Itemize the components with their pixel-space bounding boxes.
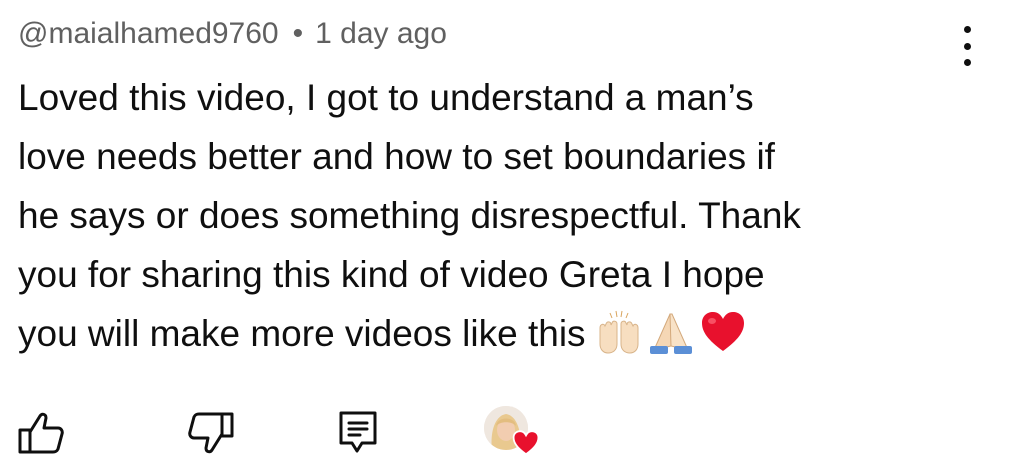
emoji-group	[596, 310, 746, 355]
comment-header: @maialhamed9760 • 1 day ago	[18, 14, 447, 54]
red-heart-emoji	[701, 312, 744, 352]
comment-timestamp: 1 day ago	[315, 17, 447, 50]
more-options-button[interactable]	[952, 26, 982, 66]
comment-body: Loved this video, I got to understand a …	[18, 68, 968, 363]
comment-line-text: you will make more videos like this	[18, 313, 586, 354]
more-dot-icon	[963, 42, 971, 50]
comment-line-last: you will make more videos like this	[18, 304, 968, 363]
creator-heart-badge	[484, 406, 544, 466]
more-dot-icon	[963, 26, 971, 33]
comment-line: love needs better and how to set boundar…	[18, 136, 775, 177]
thumbs-down-icon	[188, 412, 234, 454]
reply-comment-icon	[339, 411, 377, 453]
comment-line: Loved this video, I got to understand a …	[18, 77, 754, 118]
dislike-button[interactable]	[188, 410, 234, 456]
comment-line: you for sharing this kind of video Greta…	[18, 254, 765, 295]
raising-hands-emoji	[599, 311, 639, 354]
header-separator: •	[292, 17, 304, 50]
comment-line: he says or does something disrespectful.…	[18, 195, 801, 236]
author-handle[interactable]: @maialhamed9760	[18, 17, 279, 50]
reply-button[interactable]	[338, 410, 378, 456]
folded-hands-emoji	[649, 313, 692, 355]
more-dot-icon	[963, 59, 971, 66]
like-button[interactable]	[18, 410, 64, 456]
thumbs-up-icon	[18, 412, 64, 454]
comment-actions	[0, 400, 1011, 470]
creator-heart-icon	[512, 430, 540, 456]
